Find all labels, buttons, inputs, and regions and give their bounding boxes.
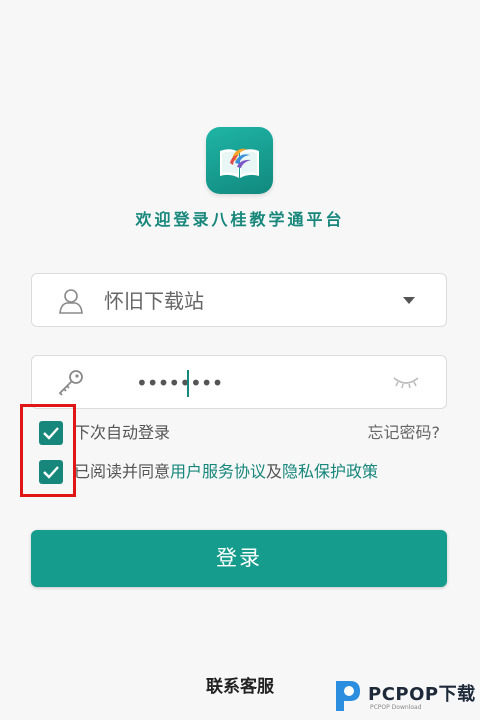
privacy-policy-link[interactable]: 隐私保护政策 (282, 462, 378, 481)
user-icon (59, 289, 83, 314)
app-logo (206, 127, 273, 194)
key-icon (58, 370, 83, 396)
agree-prefix: 已阅读并同意 (74, 462, 171, 481)
pcpop-logo-icon (336, 681, 360, 711)
account-dropdown-icon[interactable] (403, 297, 415, 304)
password-field[interactable]: •••••••• (31, 355, 447, 409)
agree-conjunction: 及 (266, 462, 283, 481)
agreement-line: 已阅读并同意用户服务协议及隐私保护政策 (74, 461, 378, 483)
text-cursor (187, 370, 189, 397)
watermark-sub: PCPOP Download (370, 704, 422, 711)
password-value: •••••••• (136, 371, 223, 395)
user-agreement-link[interactable]: 用户服务协议 (170, 462, 266, 481)
checkbox-highlight-box (20, 404, 76, 497)
hide-password-icon[interactable] (392, 372, 420, 392)
forgot-password-link[interactable]: 忘记密码? (368, 422, 441, 444)
login-button[interactable]: 登录 (31, 530, 447, 587)
watermark: PCPOP下载 PCPOP Download (332, 677, 480, 717)
username-field[interactable]: 怀旧下载站 (31, 273, 447, 327)
welcome-title: 欢迎登录八桂教学通平台 (135, 210, 345, 229)
watermark-brand: PCPOP下载 (368, 684, 476, 705)
username-value: 怀旧下载站 (104, 289, 204, 313)
remember-label: 下次自动登录 (74, 423, 171, 442)
book-logo-icon (220, 148, 259, 178)
